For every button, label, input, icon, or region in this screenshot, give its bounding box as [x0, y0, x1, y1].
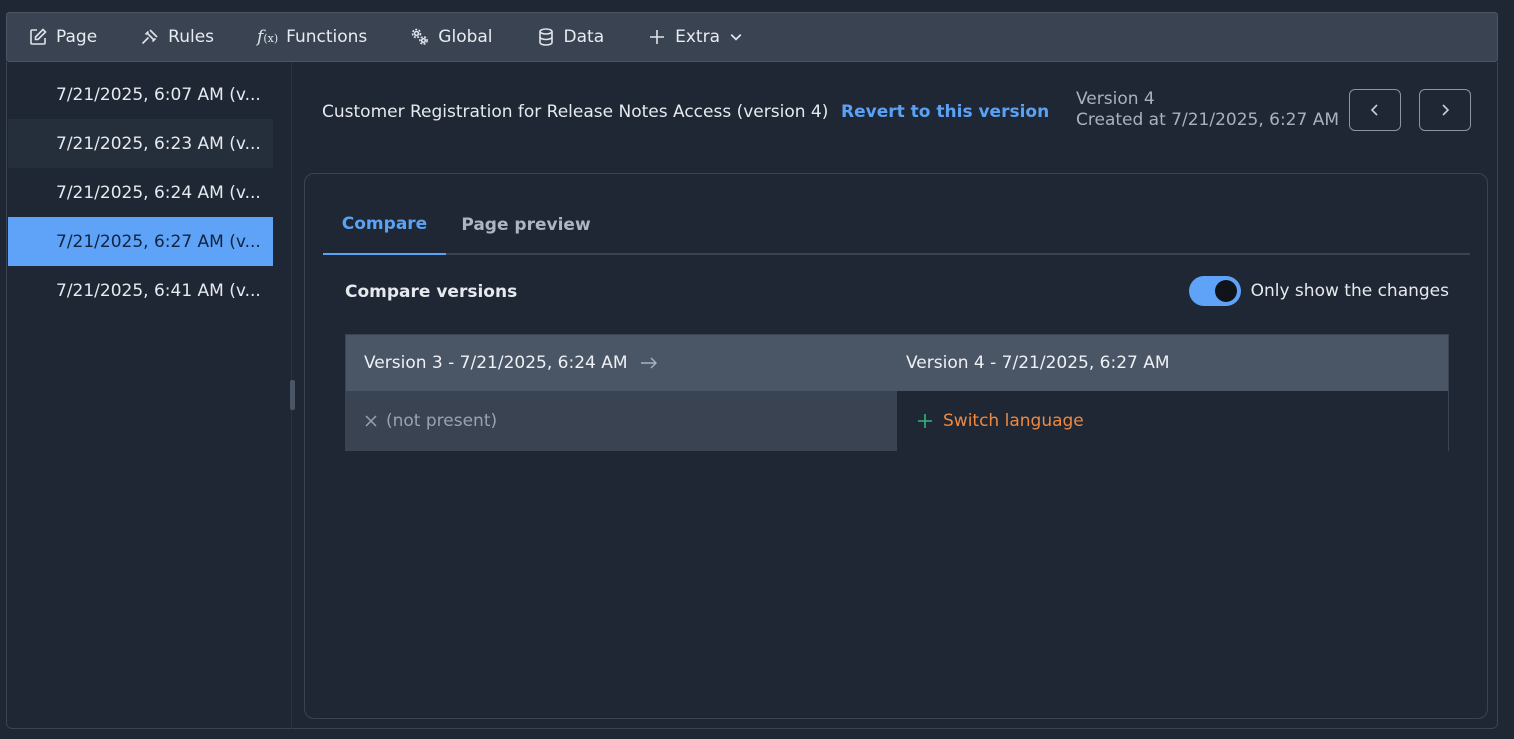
toolbar-global-button[interactable]: Global: [410, 27, 493, 47]
right-version-header: Version 4 - 7/21/2025, 6:27 AM: [906, 353, 1170, 373]
version-number: Version 4: [1076, 89, 1155, 109]
toolbar-rules-label: Rules: [168, 27, 215, 47]
toggle-knob: [1214, 280, 1237, 302]
left-cell-value: (not present): [386, 411, 498, 431]
left-cell: (not present): [346, 391, 897, 451]
tab-page-preview[interactable]: Page preview: [446, 194, 606, 255]
toolbar-page-button[interactable]: Page: [28, 27, 97, 47]
edit-icon: [30, 28, 47, 45]
previous-version-button[interactable]: [1349, 89, 1401, 131]
version-info: Version 4 Created at 7/21/2025, 6:27 AM: [1076, 89, 1339, 131]
chevron-down-icon: [730, 33, 742, 41]
next-version-button[interactable]: [1419, 89, 1471, 131]
version-list-item[interactable]: 7/21/2025, 6:23 AM (v...: [8, 119, 273, 168]
toolbar-global-label: Global: [438, 27, 493, 47]
revert-version-link[interactable]: Revert to this version: [841, 102, 1049, 122]
toolbar-rules-button[interactable]: Rules: [140, 27, 214, 47]
gavel-icon: [142, 29, 158, 45]
toolbar-data-label: Data: [563, 27, 605, 47]
chevron-left-icon: [1370, 104, 1378, 116]
version-list-item[interactable]: 7/21/2025, 6:24 AM (v...: [8, 168, 273, 217]
compare-table-header: Version 3 - 7/21/2025, 6:24 AM Version 4…: [346, 335, 1448, 391]
arrow-right-icon: [640, 357, 657, 369]
gears-icon: [411, 28, 429, 45]
toolbar-extra-label: Extra: [675, 27, 720, 47]
table-row: (not present) Switch language: [346, 391, 1448, 451]
toolbar-data-button[interactable]: Data: [536, 27, 605, 47]
app-window: Page Rules f(x) Functions Global Data Ex…: [0, 0, 1514, 739]
only-changes-toggle-group: Only show the changes: [1188, 276, 1449, 306]
version-history-panel: 7/21/2025, 6:07 AM (v... 7/21/2025, 6:23…: [6, 62, 1498, 729]
only-changes-label: Only show the changes: [1250, 281, 1449, 301]
main-toolbar: Page Rules f(x) Functions Global Data Ex…: [6, 12, 1498, 62]
view-tabs: Compare Page preview: [323, 194, 1470, 255]
database-icon: [538, 28, 553, 46]
tab-compare[interactable]: Compare: [323, 194, 446, 255]
function-icon: f(x): [257, 27, 279, 47]
version-list-item-selected[interactable]: 7/21/2025, 6:27 AM (v...: [8, 217, 273, 266]
left-version-label: Version 3 - 7/21/2025, 6:24 AM: [364, 353, 628, 373]
plus-icon: [650, 30, 665, 44]
toolbar-functions-button[interactable]: f(x) Functions: [257, 27, 367, 47]
resize-handle[interactable]: [290, 380, 295, 410]
compare-table: Version 3 - 7/21/2025, 6:24 AM Version 4…: [345, 334, 1449, 451]
left-version-header: Version 3 - 7/21/2025, 6:24 AM: [346, 353, 897, 373]
close-icon: [365, 415, 377, 427]
plus-icon: [918, 414, 932, 428]
toolbar-functions-label: Functions: [286, 27, 368, 47]
only-changes-toggle[interactable]: [1188, 276, 1241, 306]
page-title: Customer Registration for Release Notes …: [322, 102, 829, 122]
version-list-item[interactable]: 7/21/2025, 6:07 AM (v...: [8, 70, 273, 119]
compare-card: Compare Page preview Compare versions On…: [304, 173, 1488, 719]
version-list-item[interactable]: 7/21/2025, 6:41 AM (v...: [8, 266, 273, 315]
toolbar-extra-dropdown[interactable]: Extra: [647, 27, 744, 47]
right-cell: Switch language: [897, 391, 1448, 451]
compare-section-title: Compare versions: [345, 282, 518, 302]
version-list: 7/21/2025, 6:07 AM (v... 7/21/2025, 6:23…: [8, 70, 273, 315]
toolbar-page-label: Page: [56, 27, 98, 47]
right-cell-value: Switch language: [943, 411, 1084, 431]
chevron-right-icon: [1442, 104, 1450, 116]
version-created-at: Created at 7/21/2025, 6:27 AM: [1076, 110, 1340, 130]
